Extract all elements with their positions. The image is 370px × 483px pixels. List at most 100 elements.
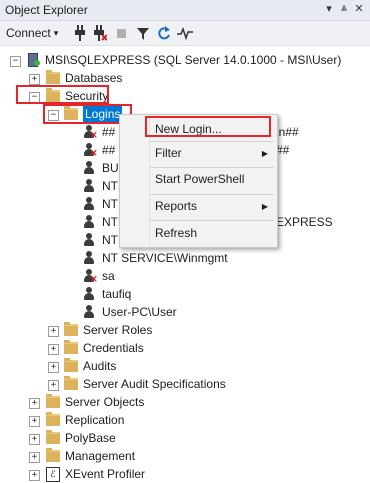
stop-icon[interactable] [116, 25, 128, 41]
login-item[interactable]: ✕ ## [83, 141, 115, 159]
window-titlebar: Object Explorer ▾ ⩓ ✕ [0, 0, 370, 21]
expand-toggle[interactable]: + [48, 326, 59, 337]
disabled-user-icon: ✕ [83, 125, 98, 140]
expand-toggle[interactable]: + [29, 398, 40, 409]
login-item[interactable]: NT [83, 213, 118, 231]
node-label: XEvent Profiler [65, 467, 146, 481]
login-label-overflow: EXPRESS [276, 215, 333, 229]
login-item[interactable]: BU [83, 159, 119, 177]
security-child-node[interactable]: Audits [64, 357, 116, 375]
server-icon [26, 53, 40, 67]
pin-icon[interactable]: ⩓ [337, 2, 351, 15]
collapse-toggle[interactable]: − [10, 56, 21, 67]
node-label: Credentials [83, 341, 144, 355]
login-label: ## [102, 125, 116, 139]
logins-node[interactable]: Logins [64, 105, 123, 123]
user-icon [83, 233, 97, 247]
user-icon [83, 197, 97, 211]
refresh-icon[interactable] [157, 25, 171, 41]
login-item[interactable]: taufiq [83, 285, 131, 303]
server-child-node[interactable]: Replication [46, 411, 124, 429]
menu-item-filter[interactable]: Filter ▶ [121, 142, 276, 164]
folder-icon [46, 394, 60, 408]
login-label: NT [102, 197, 118, 211]
menu-item-new-login[interactable]: New Login... [121, 118, 276, 140]
security-label: Security [65, 89, 109, 103]
chevron-down-icon: ▾ [53, 27, 59, 38]
folder-icon [46, 448, 60, 462]
databases-label: Databases [65, 71, 123, 85]
security-child-node[interactable]: Server Audit Specifications [64, 375, 226, 393]
login-item[interactable]: NT SERVICE\Winmgmt [83, 249, 228, 267]
server-child-node[interactable]: Server Objects [46, 393, 144, 411]
login-label: NT [102, 215, 118, 229]
menu-item-refresh[interactable]: Refresh [121, 222, 276, 244]
menu-item-start-powershell[interactable]: Start PowerShell [121, 168, 276, 190]
node-label: Replication [65, 413, 125, 427]
menu-item-label: Refresh [155, 226, 198, 240]
databases-node[interactable]: Databases [46, 69, 122, 87]
folder-icon [64, 322, 78, 336]
menu-item-label: Filter [155, 146, 182, 160]
login-item[interactable]: NT [83, 195, 118, 213]
context-menu: New Login... Filter ▶ Start PowerShell R… [119, 114, 278, 248]
login-item[interactable]: ✕ ## [83, 123, 115, 141]
node-label: Server Objects [65, 395, 145, 409]
login-label: ## [102, 143, 116, 157]
expand-toggle[interactable]: + [48, 380, 59, 391]
connect-object-explorer-icon[interactable] [74, 25, 86, 41]
login-item[interactable]: NT [83, 231, 118, 249]
login-label: NT SERVICE\Winmgmt [102, 251, 228, 265]
server-child-node[interactable]: PolyBase [46, 429, 116, 447]
expand-toggle[interactable]: + [48, 344, 59, 355]
login-item[interactable]: ✕ sa [83, 267, 115, 285]
folder-icon [46, 412, 60, 426]
close-icon[interactable]: ✕ [352, 2, 366, 15]
collapse-toggle[interactable]: − [29, 92, 40, 103]
folder-icon [46, 88, 60, 102]
connect-button[interactable]: Connect ▾ [6, 25, 58, 41]
window-title: Object Explorer [5, 3, 88, 17]
login-item[interactable]: User-PC\User [83, 303, 177, 321]
security-child-node[interactable]: Server Roles [64, 321, 152, 339]
expand-toggle[interactable]: + [29, 452, 40, 463]
logins-label: Logins [83, 106, 123, 122]
folder-icon [64, 106, 78, 120]
expand-toggle[interactable]: + [29, 74, 40, 85]
disconnect-icon[interactable] [93, 25, 107, 41]
connect-label: Connect [6, 26, 51, 40]
folder-icon [64, 358, 78, 372]
menu-separator [150, 220, 274, 221]
expand-toggle[interactable]: + [48, 362, 59, 373]
node-label: Management [65, 449, 136, 463]
login-label: sa [102, 269, 115, 283]
node-label: Server Audit Specifications [83, 377, 226, 391]
expand-toggle[interactable]: + [29, 434, 40, 445]
disabled-user-icon: ✕ [83, 269, 98, 284]
menu-item-label: Reports [155, 199, 198, 213]
server-node[interactable]: MSI\SQLEXPRESS (SQL Server 14.0.1000 - M… [26, 51, 341, 69]
window-menu-icon[interactable]: ▾ [322, 2, 336, 15]
expand-toggle[interactable]: + [29, 416, 40, 427]
collapse-toggle[interactable]: − [48, 110, 59, 121]
server-child-node[interactable]: ℰ XEvent Profiler [46, 465, 145, 483]
menu-item-label: Start PowerShell [155, 172, 245, 186]
user-icon [83, 179, 97, 193]
security-node[interactable]: Security [46, 87, 108, 105]
login-label: BU [102, 161, 119, 175]
user-icon [83, 215, 97, 229]
login-label-overflow: in## [276, 125, 299, 139]
filter-icon[interactable] [136, 25, 150, 41]
security-child-node[interactable]: Credentials [64, 339, 144, 357]
xevent-profiler-icon: ℰ [46, 466, 60, 482]
disabled-user-icon: ✕ [83, 143, 98, 158]
activity-monitor-icon[interactable] [177, 25, 193, 41]
server-child-node[interactable]: Management [46, 447, 135, 465]
folder-icon [46, 430, 60, 444]
expand-toggle[interactable]: + [29, 470, 40, 481]
menu-item-reports[interactable]: Reports ▶ [121, 195, 276, 217]
login-label-overflow: ## [276, 143, 290, 157]
object-explorer-tree: − MSI\SQLEXPRESS (SQL Server 14.0.1000 -… [0, 46, 370, 483]
login-label: User-PC\User [102, 305, 177, 319]
login-item[interactable]: NT [83, 177, 118, 195]
